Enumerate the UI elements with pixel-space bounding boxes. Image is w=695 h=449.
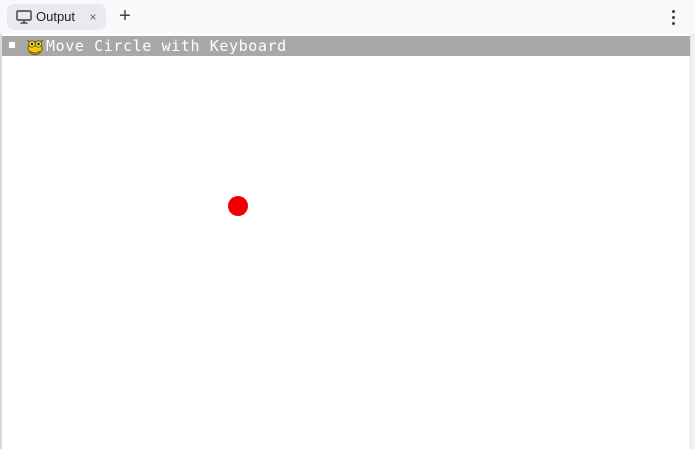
new-tab-button[interactable]: + [114, 4, 136, 30]
tab-bar: Output × + [0, 0, 695, 34]
player-circle [228, 196, 248, 216]
game-canvas[interactable] [2, 56, 690, 449]
window-menu-icon[interactable] [9, 42, 15, 48]
scrollbar[interactable] [690, 34, 695, 449]
monitor-icon [16, 10, 32, 24]
more-vert-icon[interactable] [666, 7, 680, 27]
tab-label: Output [36, 9, 76, 24]
close-icon[interactable]: × [87, 9, 99, 25]
tab-output[interactable]: Output × [7, 4, 106, 30]
pygame-snake-icon [26, 39, 44, 55]
game-window-title: Move Circle with Keyboard [46, 37, 287, 55]
